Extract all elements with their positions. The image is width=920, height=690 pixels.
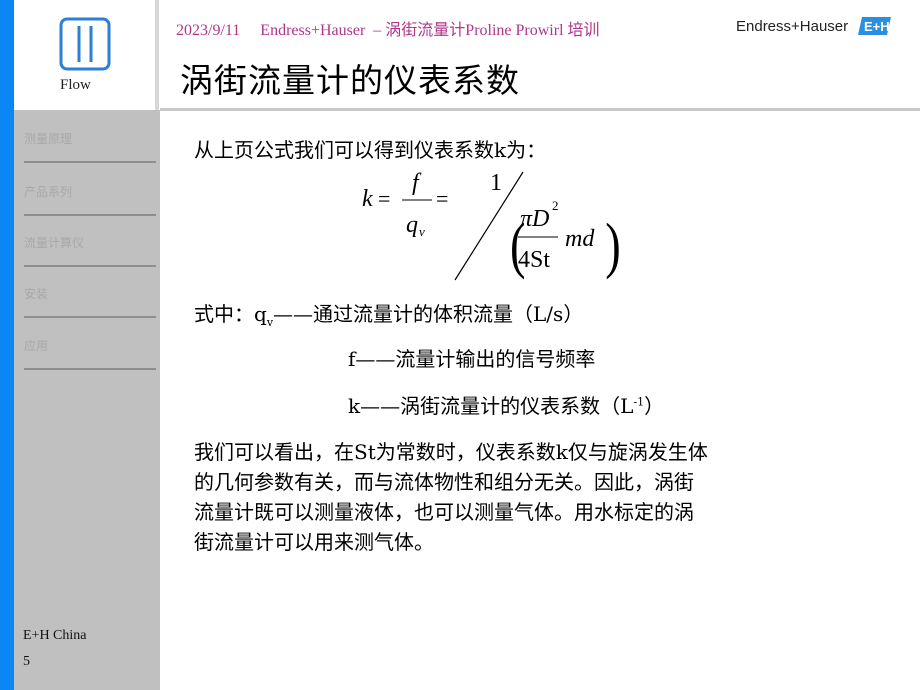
page-title: 涡街流量计的仪表系数: [180, 61, 520, 100]
flow-icon: [59, 17, 111, 71]
paragraph-line: 街流量计可以用来测气体。: [194, 530, 434, 554]
logo-divider: [155, 0, 159, 110]
formula: k = f q v = 1 ( πD 2 4St md ): [362, 170, 621, 281]
definition-qv: 式中：qv——通过流量计的体积流量（L/s）: [194, 302, 584, 329]
definition-k: k——涡街流量计的仪表系数（L-1）: [348, 394, 665, 418]
flow-label: Flow: [60, 77, 91, 93]
sidebar-item-installation[interactable]: 安装: [24, 265, 156, 318]
formula-one: 1: [490, 170, 502, 196]
formula-rparen: ): [605, 211, 620, 280]
formula-q: q: [406, 212, 418, 238]
page-number: 5: [23, 654, 30, 669]
eh-logo-icon: E+H: [858, 17, 891, 35]
sidebar-item-principle[interactable]: 测量原理: [24, 110, 156, 163]
svg-text:E+H: E+H: [864, 19, 890, 34]
footer-org: E+H China: [23, 628, 87, 643]
intro-text: 从上页公式我们可以得到仪表系数k为：: [194, 138, 547, 162]
sidebar-item-flow-computer[interactable]: 流量计算仪: [24, 214, 156, 267]
formula-eq2: =: [436, 186, 448, 211]
formula-4st: 4St: [518, 247, 550, 273]
formula-md: md: [565, 226, 595, 252]
paragraph-line: 的几何参数有关，而与流体物性和组分无关。因此，涡街: [194, 470, 694, 494]
sidebar: 测量原理 产品系列 流量计算仪 安装 应用 E+H China 5: [14, 110, 160, 690]
title-divider: [160, 108, 920, 111]
formula-pid: πD: [520, 206, 549, 232]
explanation-paragraph: 我们可以看出，在St为常数时，仪表系数k仅与旋涡发生体 的几何参数有关，而与流体…: [194, 437, 854, 557]
sidebar-item-application[interactable]: 应用: [24, 317, 156, 370]
accent-strip: [0, 0, 14, 690]
brand-name: Endress+Hauser: [736, 18, 849, 35]
sidebar-item-products[interactable]: 产品系列: [24, 163, 156, 216]
formula-pid-sup: 2: [552, 198, 559, 213]
formula-q-sub: v: [419, 224, 425, 239]
header-date: 2023/9/11: [176, 22, 241, 39]
formula-eq1: =: [378, 186, 390, 211]
paragraph-line: 流量计既可以测量液体，也可以测量气体。用水标定的涡: [194, 500, 694, 524]
formula-k: k: [362, 186, 373, 212]
paragraph-line: 我们可以看出，在St为常数时，仪表系数k仅与旋涡发生体: [194, 440, 708, 464]
formula-f: f: [412, 170, 422, 196]
header-line: 2023/9/11 Endress+Hauser – 涡街流量计Proline …: [176, 16, 600, 40]
definition-f: f——流量计输出的信号频率: [348, 347, 596, 371]
header-course: Endress+Hauser – 涡街流量计Proline Prowirl 培训: [260, 22, 600, 39]
